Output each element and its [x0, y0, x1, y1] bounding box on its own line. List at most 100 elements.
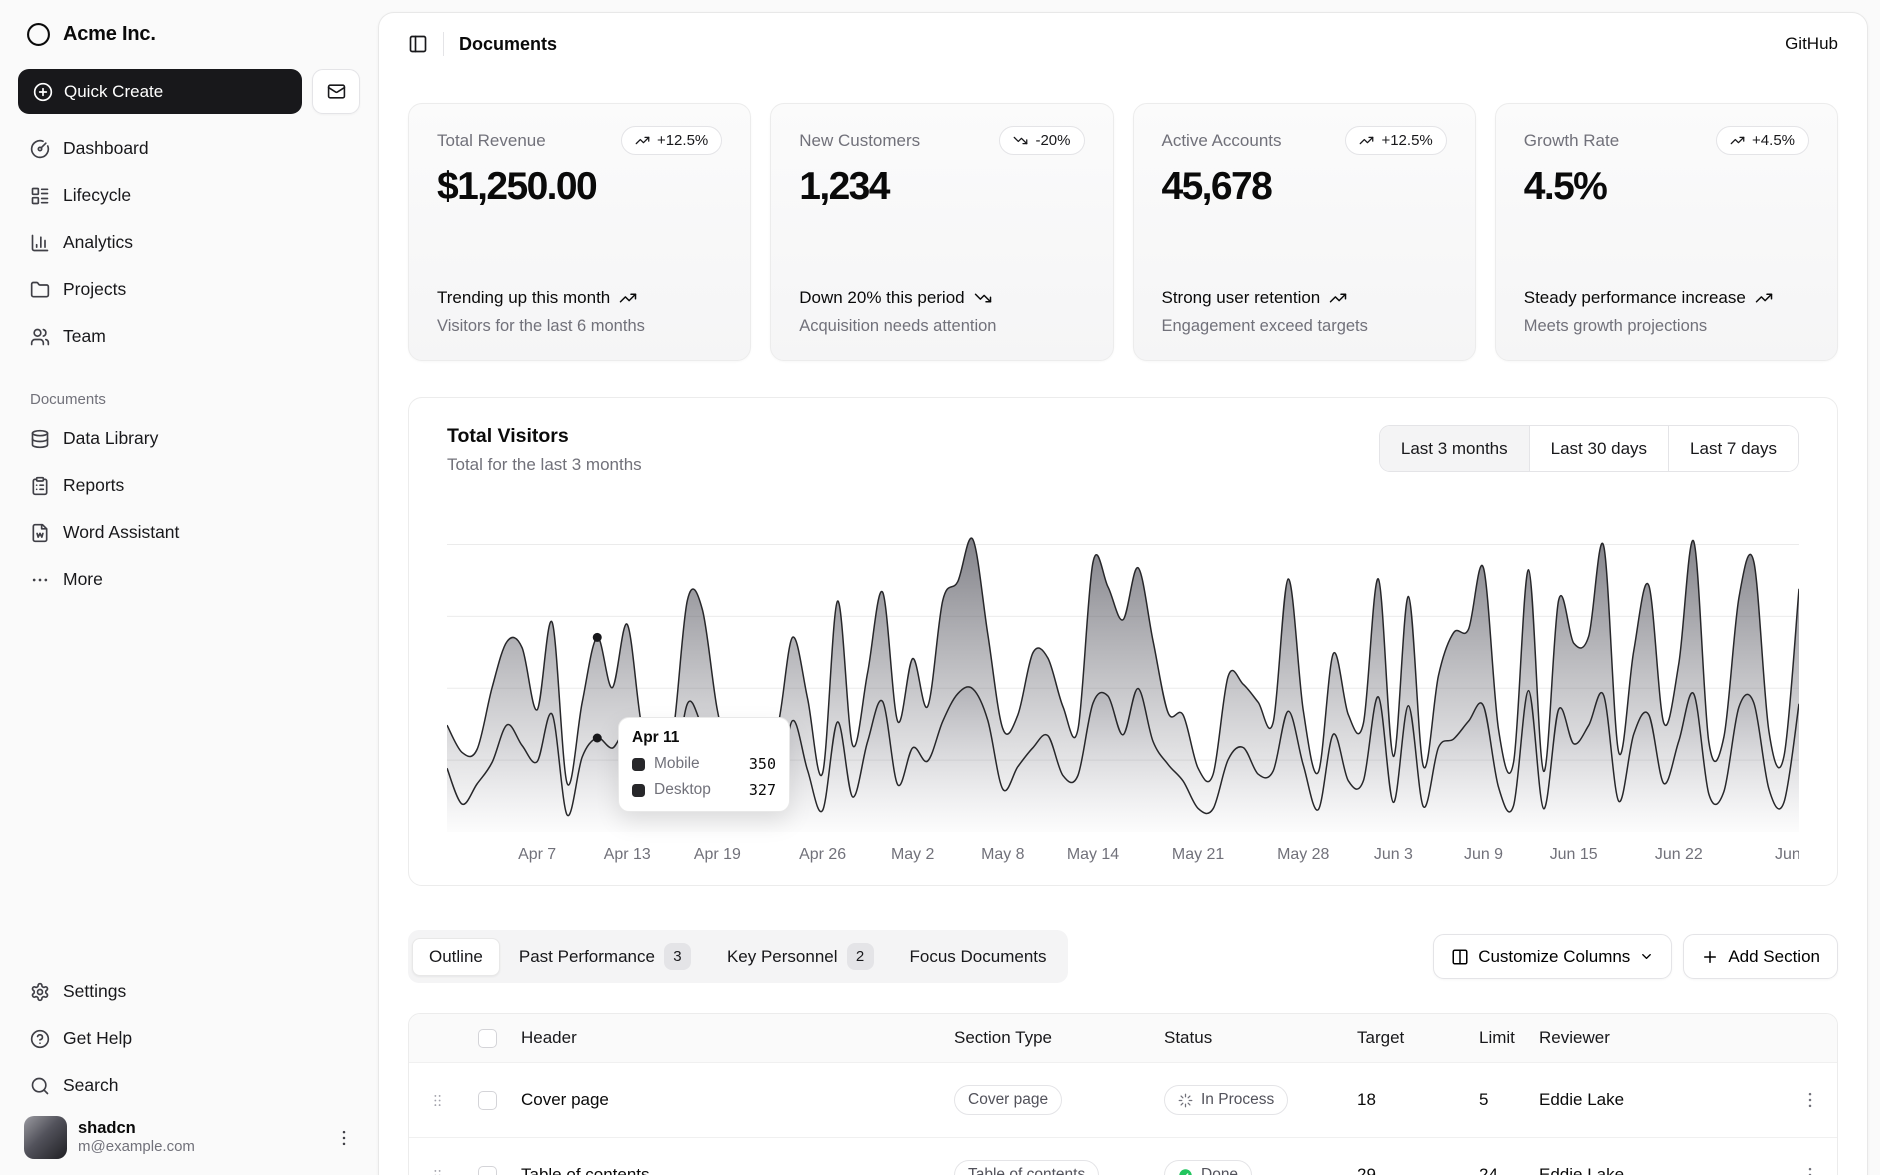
stat-card-new-customers: New Customers-20%1,234Down 20% this peri… [770, 103, 1113, 361]
checkbox-cell [465, 1166, 509, 1175]
circle-plus-icon [33, 82, 53, 102]
sidebar-item-dashboard[interactable]: Dashboard [18, 126, 360, 171]
limit-cell[interactable]: 5 [1467, 1090, 1527, 1110]
avatar [24, 1116, 67, 1159]
trend-badge: -20% [999, 126, 1084, 155]
loader-icon [1178, 1093, 1193, 1108]
limit-cell[interactable]: 24 [1467, 1165, 1527, 1175]
sidebar-item-reports[interactable]: Reports [18, 463, 360, 508]
sidebar-item-team[interactable]: Team [18, 314, 360, 359]
stat-card-footer: Steady performance increase Meets growth … [1524, 287, 1809, 336]
svg-text:May 14: May 14 [1067, 846, 1119, 863]
svg-text:Apr 26: Apr 26 [799, 846, 846, 863]
stat-cards: Total Revenue+12.5%$1,250.00Trending up … [379, 75, 1867, 361]
chart-plot-area[interactable]: Apr 7Apr 13Apr 19Apr 26May 2May 8May 14M… [447, 487, 1799, 869]
panel-left-icon[interactable] [408, 34, 428, 54]
trend-badge-value: +12.5% [657, 132, 708, 149]
quick-create-button[interactable]: Quick Create [18, 69, 302, 114]
stat-card-footer: Down 20% this periodAcquisition needs at… [799, 287, 1084, 336]
header-separator [443, 32, 444, 56]
github-link[interactable]: GitHub [1785, 34, 1838, 54]
trending-down-icon [1013, 133, 1028, 148]
stat-card-footer-desc: Meets growth projections [1524, 317, 1809, 336]
table-row: Cover page Cover page In Process 185Eddie L… [409, 1062, 1837, 1137]
more-vertical-icon[interactable] [334, 1128, 354, 1148]
tab-label: Outline [429, 947, 483, 967]
user-menu[interactable]: shadcn m@example.com [18, 1108, 360, 1161]
stat-card-footer-title-text: Trending up this month [437, 287, 610, 310]
sidebar-item-label: Lifecycle [63, 185, 131, 206]
table-body: Cover pageCover pageIn Process185Eddie L… [409, 1062, 1837, 1175]
section-type-cell: Cover page [942, 1085, 1152, 1115]
stat-card-footer-title: Steady performance increase [1524, 287, 1809, 310]
database-icon [30, 429, 50, 449]
sidebar-item-label: Data Library [63, 428, 158, 449]
sidebar-item-data-library[interactable]: Data Library [18, 416, 360, 461]
more-vertical-icon[interactable] [1800, 1165, 1820, 1175]
select-all-checkbox[interactable] [478, 1029, 497, 1048]
sidebar-item-projects[interactable]: Projects [18, 267, 360, 312]
stat-card-footer-title-text: Steady performance increase [1524, 287, 1746, 310]
grip-vertical-icon[interactable] [429, 1092, 446, 1109]
section-type-badge: Cover page [954, 1085, 1062, 1115]
sidebar-item-lifecycle[interactable]: Lifecycle [18, 173, 360, 218]
series-swatch [632, 758, 645, 771]
tab-focus-documents[interactable]: Focus Documents [893, 938, 1064, 976]
sidebar-item-word-assistant[interactable]: Word Assistant [18, 510, 360, 555]
svg-text:Jun 15: Jun 15 [1550, 846, 1598, 863]
column-header-status: Status [1152, 1028, 1345, 1048]
row-checkbox[interactable] [478, 1166, 497, 1175]
status-cell: Done [1152, 1160, 1345, 1175]
row-checkbox[interactable] [478, 1091, 497, 1110]
sidebar-item-label: Team [63, 326, 106, 347]
svg-text:Apr 19: Apr 19 [694, 846, 741, 863]
stat-card-footer-title: Trending up this month [437, 287, 722, 310]
sidebar: Acme Inc. Quick Create Dashboard Lifecycl… [0, 0, 378, 1175]
user-email: m@example.com [78, 1138, 195, 1157]
sidebar-item-more[interactable]: More [18, 557, 360, 602]
tooltip-series-value: 327 [749, 781, 776, 799]
sidebar-nav: Dashboard Lifecycle AnalyticsProjects Team [18, 126, 360, 359]
add-section-button[interactable]: Add Section [1683, 934, 1838, 979]
customize-columns-label: Customize Columns [1478, 947, 1630, 967]
reviewer-cell[interactable]: Eddie Lake [1527, 1165, 1782, 1175]
stat-card-footer-title: Strong user retention [1162, 287, 1447, 310]
sidebar-item-get-help[interactable]: Get Help [18, 1016, 360, 1061]
sidebar-item-analytics[interactable]: Analytics [18, 220, 360, 265]
ellipsis-icon [30, 570, 50, 590]
svg-text:Jun 3: Jun 3 [1374, 846, 1413, 863]
sidebar-item-search[interactable]: Search [18, 1063, 360, 1108]
chart-subtitle: Total for the last 3 months [447, 455, 642, 475]
sections-table: HeaderSection TypeStatusTargetLimitRevie… [408, 1013, 1838, 1175]
svg-text:May 8: May 8 [981, 846, 1025, 863]
tab-outline[interactable]: Outline [412, 938, 500, 976]
section-type-cell: Table of contents [942, 1160, 1152, 1175]
sidebar-item-label: Dashboard [63, 138, 149, 159]
svg-text:May 28: May 28 [1277, 846, 1329, 863]
target-cell[interactable]: 29 [1345, 1165, 1467, 1175]
brand[interactable]: Acme Inc. [18, 16, 360, 53]
range-option-last-7-days[interactable]: Last 7 days [1668, 426, 1798, 471]
target-cell[interactable]: 18 [1345, 1090, 1467, 1110]
trending-up-icon [1359, 133, 1374, 148]
range-option-last-3-months[interactable]: Last 3 months [1380, 426, 1529, 471]
trend-badge: +12.5% [1345, 126, 1446, 155]
chart-title: Total Visitors [447, 425, 642, 448]
drag-cell [409, 1167, 465, 1175]
customize-columns-button[interactable]: Customize Columns [1433, 934, 1672, 979]
sidebar-item-settings[interactable]: Settings [18, 969, 360, 1014]
sidebar-documents-nav: Data Library ReportsWord AssistantMore [18, 416, 360, 602]
tab-key-personnel[interactable]: Key Personnel2 [710, 934, 891, 979]
trending-up-icon [1730, 133, 1745, 148]
row-header-cell[interactable]: Table of contents [509, 1165, 942, 1175]
status-label: In Process [1201, 1091, 1274, 1109]
grip-vertical-icon[interactable] [429, 1167, 446, 1175]
status-badge-in-process: In Process [1164, 1085, 1288, 1115]
reviewer-cell[interactable]: Eddie Lake [1527, 1090, 1782, 1110]
more-vertical-icon[interactable] [1800, 1090, 1820, 1110]
row-header-cell[interactable]: Cover page [509, 1090, 942, 1110]
inbox-button[interactable] [312, 69, 360, 114]
range-option-last-30-days[interactable]: Last 30 days [1529, 426, 1668, 471]
stat-card-label: Total Revenue [437, 126, 546, 151]
tab-past-performance[interactable]: Past Performance3 [502, 934, 708, 979]
